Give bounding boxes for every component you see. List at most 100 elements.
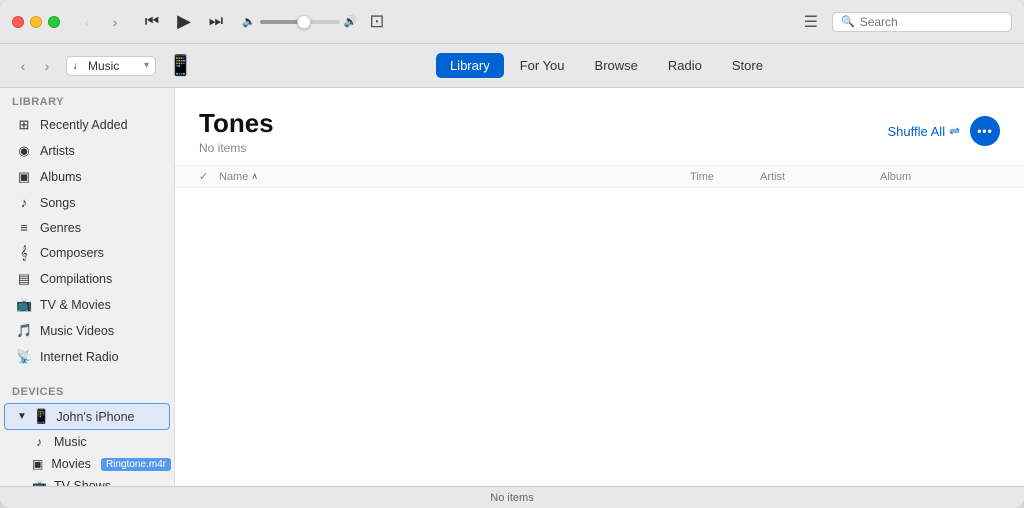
col-artist[interactable]: Artist bbox=[760, 170, 880, 183]
list-view-button[interactable]: ☰ bbox=[798, 10, 824, 34]
play-button[interactable]: ▶ bbox=[170, 8, 198, 36]
sort-arrow-icon: ∧ bbox=[251, 171, 258, 182]
genres-icon: ≡ bbox=[16, 220, 32, 235]
compilations-label: Compilations bbox=[40, 272, 112, 286]
albums-icon: ▣ bbox=[16, 169, 32, 185]
device-expand-arrow: ▼ bbox=[17, 411, 27, 422]
recently-added-label: Recently Added bbox=[40, 118, 128, 132]
titlebar-right: ☰ 🔍 bbox=[798, 10, 1012, 34]
sidebar-item-internet-radio[interactable]: 📡 Internet Radio bbox=[4, 345, 170, 369]
iphone-icon: 📱 bbox=[33, 408, 50, 425]
shuffle-all-label: Shuffle All bbox=[888, 124, 946, 139]
traffic-lights bbox=[12, 16, 60, 28]
content-header: Tones No items Shuffle All ⇌ ••• bbox=[175, 88, 1024, 165]
library-section-label: Library bbox=[0, 88, 174, 112]
sidebar-sub-movies[interactable]: ▣ Movies Ringtone.m4r bbox=[4, 454, 170, 474]
device-header[interactable]: ▼ 📱 John's iPhone bbox=[4, 403, 170, 430]
tab-store[interactable]: Store bbox=[718, 53, 777, 78]
sidebar-item-genres[interactable]: ≡ Genres bbox=[4, 216, 170, 239]
device-name-label: John's iPhone bbox=[56, 410, 134, 424]
sidebar: Library ⊞ Recently Added ◉ Artists ▣ Alb… bbox=[0, 88, 175, 486]
sub-movies-icon: ▣ bbox=[32, 457, 43, 471]
music-videos-icon: 🎵 bbox=[16, 323, 32, 339]
fastforward-button[interactable]: ⏭ bbox=[202, 8, 230, 36]
page-subtitle: No items bbox=[199, 141, 274, 155]
genres-label: Genres bbox=[40, 221, 81, 235]
internet-radio-label: Internet Radio bbox=[40, 350, 119, 364]
albums-label: Albums bbox=[40, 170, 82, 184]
volume-slider-thumb[interactable] bbox=[297, 15, 311, 29]
search-bar: 🔍 bbox=[832, 12, 1012, 32]
ringtone-badge: Ringtone.m4r bbox=[101, 458, 171, 471]
minimize-button[interactable] bbox=[30, 16, 42, 28]
col-check[interactable]: ✓ bbox=[199, 170, 219, 183]
forward-button[interactable]: › bbox=[104, 11, 126, 33]
composers-label: Composers bbox=[40, 246, 104, 260]
recently-added-icon: ⊞ bbox=[16, 117, 32, 133]
sidebar-sub-tv-shows[interactable]: 📺 TV Shows bbox=[4, 476, 170, 486]
content-area: Tones No items Shuffle All ⇌ ••• ✓ bbox=[175, 88, 1024, 486]
sidebar-item-tv-movies[interactable]: 📺 TV & Movies bbox=[4, 293, 170, 317]
tab-browse[interactable]: Browse bbox=[581, 53, 652, 78]
sub-music-label: Music bbox=[54, 435, 87, 449]
maximize-button[interactable] bbox=[48, 16, 60, 28]
app-window: ‹ › ⏮ ▶ ⏭ 🔈 🔊 ⊡ ☰ 🔍 ‹ › bbox=[0, 0, 1024, 508]
airplay-button[interactable]: ⊡ bbox=[369, 11, 384, 32]
songs-label: Songs bbox=[40, 196, 75, 210]
tv-movies-label: TV & Movies bbox=[40, 298, 111, 312]
volume-slider-track[interactable] bbox=[260, 20, 340, 24]
sidebar-item-composers[interactable]: 𝄞 Composers bbox=[4, 241, 170, 265]
sidebar-item-albums[interactable]: ▣ Albums bbox=[4, 165, 170, 189]
internet-radio-icon: 📡 bbox=[16, 349, 32, 365]
sub-tv-label: TV Shows bbox=[54, 479, 111, 486]
shuffle-all-button[interactable]: Shuffle All ⇌ bbox=[888, 123, 961, 139]
status-text: No items bbox=[490, 492, 533, 504]
titlebar-controls: ‹ › bbox=[76, 11, 126, 33]
content-table: ✓ Name ∧ Time Artist Album bbox=[175, 165, 1024, 486]
col-album[interactable]: Album bbox=[880, 170, 1000, 183]
music-videos-label: Music Videos bbox=[40, 324, 114, 338]
col-name[interactable]: Name ∧ bbox=[219, 170, 660, 183]
toolbar: ‹ › ♩ Music ▾ 📱 Library For You Browse R… bbox=[0, 44, 1024, 88]
back-button[interactable]: ‹ bbox=[76, 11, 98, 33]
volume-control: 🔈 🔊 bbox=[242, 15, 357, 28]
content-title: Tones No items bbox=[199, 108, 274, 155]
nav-tabs: Library For You Browse Radio Store bbox=[201, 53, 1012, 78]
rewind-button[interactable]: ⏮ bbox=[138, 8, 166, 36]
dropdown-arrow-icon: ▾ bbox=[144, 60, 149, 71]
tab-radio[interactable]: Radio bbox=[654, 53, 716, 78]
search-input[interactable] bbox=[860, 15, 1000, 29]
content-actions: Shuffle All ⇌ ••• bbox=[888, 116, 1001, 146]
col-spacer bbox=[660, 170, 690, 183]
page-title: Tones bbox=[199, 108, 274, 139]
more-options-button[interactable]: ••• bbox=[970, 116, 1000, 146]
music-note-icon: ♩ bbox=[73, 60, 84, 72]
sidebar-item-recently-added[interactable]: ⊞ Recently Added bbox=[4, 113, 170, 137]
device-icon: 📱 bbox=[168, 53, 193, 78]
shuffle-icon: ⇌ bbox=[949, 123, 960, 139]
sidebar-item-music-videos[interactable]: 🎵 Music Videos bbox=[4, 319, 170, 343]
toolbar-nav: ‹ › bbox=[12, 55, 58, 77]
toolbar-forward-button[interactable]: › bbox=[36, 55, 58, 77]
search-icon: 🔍 bbox=[841, 15, 855, 28]
titlebar: ‹ › ⏮ ▶ ⏭ 🔈 🔊 ⊡ ☰ 🔍 bbox=[0, 0, 1024, 44]
sidebar-sub-music[interactable]: ♪ Music bbox=[4, 432, 170, 452]
sub-movies-label: Movies bbox=[51, 457, 91, 471]
sidebar-item-songs[interactable]: ♪ Songs bbox=[4, 191, 170, 214]
artists-label: Artists bbox=[40, 144, 75, 158]
table-header: ✓ Name ∧ Time Artist Album bbox=[175, 165, 1024, 188]
devices-section-label: Devices bbox=[0, 378, 174, 402]
source-selector[interactable]: ♩ Music ▾ bbox=[66, 56, 156, 76]
tv-movies-icon: 📺 bbox=[16, 297, 32, 313]
sidebar-item-compilations[interactable]: ▤ Compilations bbox=[4, 267, 170, 291]
close-button[interactable] bbox=[12, 16, 24, 28]
sidebar-item-artists[interactable]: ◉ Artists bbox=[4, 139, 170, 163]
tab-library[interactable]: Library bbox=[436, 53, 504, 78]
col-time[interactable]: Time bbox=[690, 170, 760, 183]
composers-icon: 𝄞 bbox=[16, 245, 32, 261]
toolbar-back-button[interactable]: ‹ bbox=[12, 55, 34, 77]
tab-for-you[interactable]: For You bbox=[506, 53, 579, 78]
playback-controls: ⏮ ▶ ⏭ bbox=[138, 8, 230, 36]
empty-state bbox=[175, 188, 1024, 388]
compilations-icon: ▤ bbox=[16, 271, 32, 287]
